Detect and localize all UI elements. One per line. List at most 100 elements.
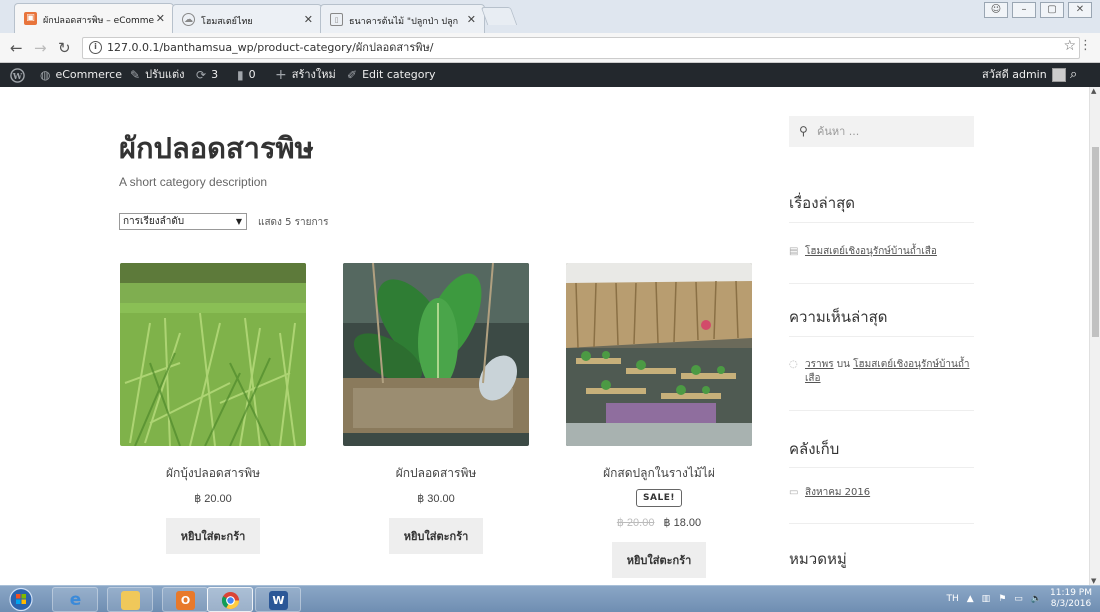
- add-to-cart-button[interactable]: หยิบใส่ตะกร้า: [165, 518, 261, 554]
- comment-bubble-icon: ◌: [789, 359, 798, 370]
- taskbar-explorer[interactable]: [107, 587, 153, 612]
- word-icon: W: [269, 591, 288, 610]
- internet-explorer-icon: e: [69, 590, 82, 610]
- new-label: สร้างใหม่: [291, 68, 336, 81]
- network-icon[interactable]: ▥: [982, 594, 991, 604]
- product-card: ผักปลอดสารพิษ ฿ 30.00 หยิบใส่ตะกร้า: [343, 263, 529, 554]
- archive-item: ▭ สิงหาคม 2016: [789, 486, 979, 500]
- document-icon: ▤: [789, 246, 799, 257]
- menu-icon[interactable]: ⋮: [1079, 38, 1092, 53]
- divider: [789, 283, 974, 284]
- archives-title: คลังเก็บ: [789, 440, 840, 458]
- edit-category-item[interactable]: ✐ Edit category: [347, 63, 435, 87]
- clock-date: 8/3/2016: [1050, 599, 1092, 609]
- comments-count: 0: [248, 68, 256, 81]
- url-input[interactable]: i 127.0.0.1/banthamsua_wp/product-catego…: [82, 37, 1080, 59]
- dashboard-icon: ◍: [40, 68, 51, 82]
- volume-icon[interactable]: 🔈: [1031, 594, 1042, 604]
- recent-comment-item: ◌ วราพร บน โฮมสเตย์เชิงอนุรักษ์บ้านถ้ำเส…: [789, 358, 979, 386]
- user-icon[interactable]: ☺: [984, 2, 1008, 18]
- tab-eCommerce[interactable]: ▣ ผักปลอดสารพิษ – eComme ✕: [14, 3, 174, 33]
- product-price: ฿ 20.00: [194, 493, 232, 505]
- edit-label: Edit category: [362, 68, 436, 81]
- woocommerce-favicon-icon: ▣: [24, 12, 37, 25]
- product-title[interactable]: ผักปลอดสารพิษ: [343, 464, 529, 483]
- scroll-up-icon[interactable]: ▲: [1091, 87, 1096, 95]
- search-input[interactable]: ⚲ ค้นหา ...: [789, 116, 974, 147]
- product-price: ฿ 20.00 ฿ 18.00: [566, 516, 752, 529]
- product-price: ฿ 30.00: [417, 493, 455, 505]
- close-tab-icon[interactable]: ✕: [156, 12, 165, 25]
- language-indicator[interactable]: TH: [946, 594, 958, 604]
- action-center-icon[interactable]: ⚑: [998, 594, 1006, 604]
- maximize-button[interactable]: ▢: [1040, 2, 1064, 18]
- comments-item[interactable]: ▮ 0: [237, 63, 256, 87]
- page-scrollbar[interactable]: ▲ ▼: [1089, 87, 1100, 585]
- dropdown-arrow-icon: ▼: [235, 217, 242, 226]
- recent-post-link[interactable]: โฮมสเตย์เชิงอนุรักษ์บ้านถ้ำเสือ: [805, 246, 937, 257]
- archive-link[interactable]: สิงหาคม 2016: [805, 487, 870, 498]
- divider: [789, 467, 974, 468]
- display-icon[interactable]: ▭: [1014, 594, 1023, 604]
- sale-price: ฿ 18.00: [663, 517, 702, 529]
- taskbar-ie[interactable]: e: [52, 587, 98, 612]
- sort-select[interactable]: การเรียงลำดับ ▼: [119, 213, 247, 230]
- start-button[interactable]: [8, 587, 36, 612]
- site-name-item[interactable]: ◍ eCommerce: [40, 63, 122, 87]
- product-image[interactable]: [566, 263, 752, 446]
- browser-tab-strip: ▣ ผักปลอดสารพิษ – eComme ✕ ☁ โฮมสเตย์ไทย…: [0, 0, 1100, 33]
- minimize-button[interactable]: –: [1012, 2, 1036, 18]
- close-tab-icon[interactable]: ✕: [467, 13, 476, 26]
- product-title[interactable]: ผักสดปลูกในรางไม้ไผ่: [566, 464, 752, 483]
- reload-icon[interactable]: ↻: [58, 39, 71, 57]
- divider: [789, 336, 974, 337]
- new-tab-button[interactable]: [480, 7, 518, 25]
- info-icon[interactable]: i: [89, 41, 102, 54]
- taskbar: e O W TH ▲ ▥ ⚑ ▭ 🔈 11:19 PM 8/3/2016: [0, 585, 1100, 612]
- folder-icon: ▭: [789, 487, 799, 498]
- old-price: ฿ 20.00: [616, 517, 655, 529]
- tab-homestay[interactable]: ☁ โฮมสเตย์ไทย ✕: [172, 4, 322, 33]
- my-account-item[interactable]: สวัสดี admin: [982, 63, 1066, 87]
- product-image[interactable]: [120, 263, 306, 446]
- comment-icon: ▮: [237, 68, 244, 82]
- forward-icon[interactable]: →: [34, 39, 47, 57]
- customize-label: ปรับแต่ง: [145, 68, 185, 81]
- brush-icon: ✎: [130, 68, 141, 82]
- back-icon[interactable]: ←: [10, 39, 23, 57]
- customize-item[interactable]: ✎ ปรับแต่ง: [130, 63, 185, 87]
- admin-search-icon[interactable]: ⌕: [1070, 63, 1077, 87]
- tray-expand-icon[interactable]: ▲: [967, 594, 974, 604]
- product-card: ผักบุ้งปลอดสารพิษ ฿ 20.00 หยิบใส่ตะกร้า: [120, 263, 306, 554]
- chrome-icon: [221, 591, 240, 610]
- taskbar-word[interactable]: W: [255, 587, 301, 612]
- add-to-cart-button[interactable]: หยิบใส่ตะกร้า: [388, 518, 484, 554]
- updates-icon: ⟳: [196, 68, 207, 82]
- scroll-down-icon[interactable]: ▼: [1091, 577, 1096, 585]
- bookmark-star-icon[interactable]: ☆: [1063, 38, 1076, 54]
- updates-item[interactable]: ⟳ 3: [196, 63, 218, 87]
- address-bar: ← → ↻ i 127.0.0.1/banthamsua_wp/product-…: [0, 33, 1100, 63]
- folder-icon: [121, 591, 140, 610]
- divider: [789, 222, 974, 223]
- comment-author-link[interactable]: วราพร: [805, 359, 834, 370]
- tab-tree-bank[interactable]: ▯ ธนาคารต้นไม้ "ปลูกป่า ปลูก ✕: [320, 4, 485, 33]
- product-image[interactable]: [343, 263, 529, 446]
- close-window-button[interactable]: ✕: [1068, 2, 1092, 18]
- taskbar-outlook[interactable]: O: [162, 587, 208, 612]
- page-favicon-icon: ▯: [330, 13, 343, 26]
- recent-post-item: ▤ โฮมสเตย์เชิงอนุรักษ์บ้านถ้ำเสือ: [789, 245, 979, 259]
- greeting: สวัสดี admin: [982, 68, 1047, 81]
- add-to-cart-button[interactable]: หยิบใส่ตะกร้า: [611, 542, 707, 578]
- taskbar-chrome[interactable]: [207, 587, 253, 612]
- url-text: 127.0.0.1/banthamsua_wp/product-category…: [107, 41, 434, 54]
- product-title[interactable]: ผักบุ้งปลอดสารพิษ: [120, 464, 306, 483]
- scroll-thumb[interactable]: [1092, 147, 1099, 337]
- wordpress-logo-icon[interactable]: W: [10, 63, 25, 87]
- clock[interactable]: 11:19 PM 8/3/2016: [1050, 588, 1092, 610]
- close-tab-icon[interactable]: ✕: [304, 13, 313, 26]
- search-icon: ⚲: [799, 124, 808, 138]
- tab-title: ธนาคารต้นไม้ "ปลูกป่า ปลูก: [349, 17, 459, 27]
- new-content-item[interactable]: + สร้างใหม่: [275, 63, 336, 87]
- category-description: A short category description: [119, 175, 268, 189]
